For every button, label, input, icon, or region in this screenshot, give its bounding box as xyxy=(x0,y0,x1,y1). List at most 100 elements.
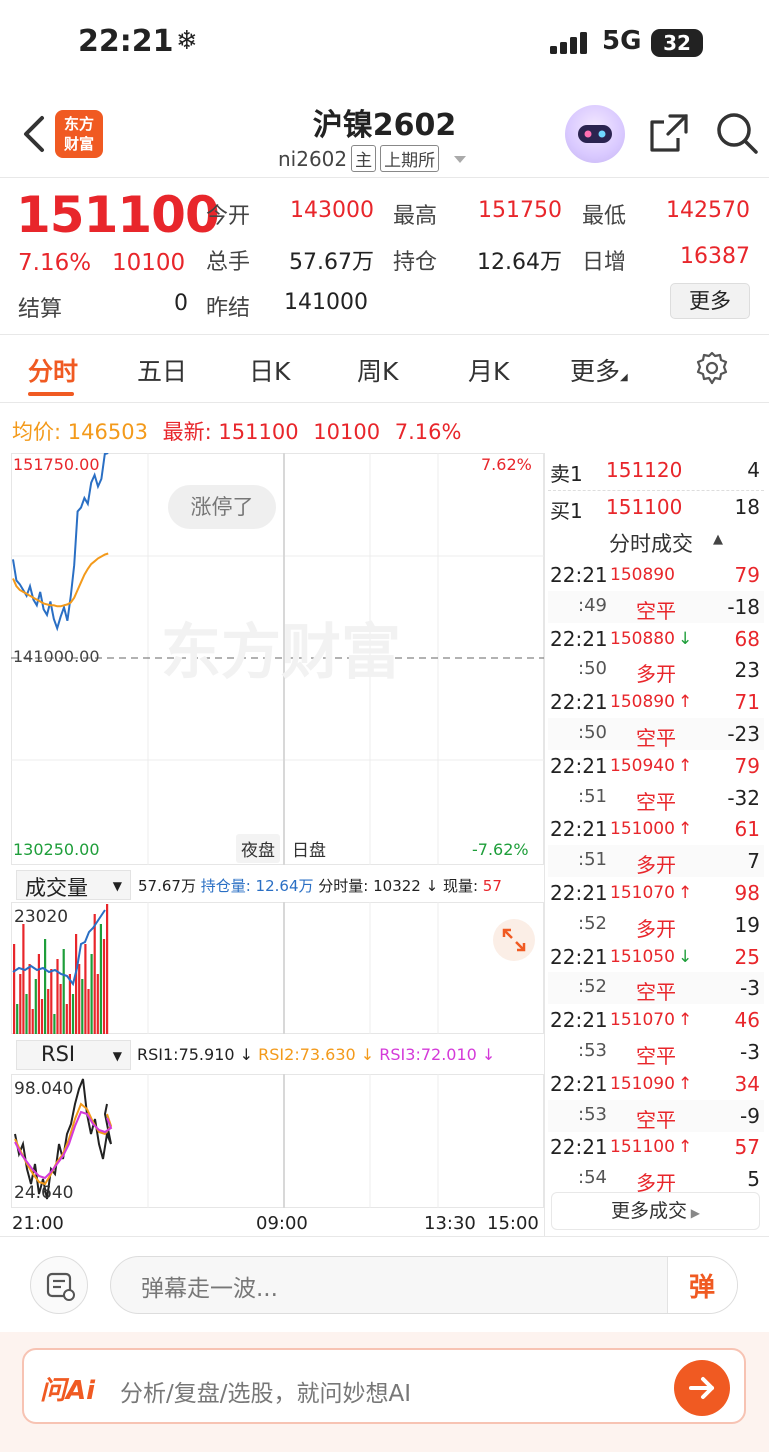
tab-monthly-k[interactable]: 月K xyxy=(468,352,509,388)
trade-qty: 79 xyxy=(734,563,760,587)
trade-row: 22:21 150890 ↑ 71 xyxy=(548,686,764,718)
trade-seconds: :53 xyxy=(578,1040,607,1061)
trade-row: 22:21 151050 ↓ 25 xyxy=(548,941,764,973)
danmu-toggle-button[interactable] xyxy=(30,1256,88,1314)
more-trades-label: 更多成交 xyxy=(610,1200,687,1222)
change-amount: 10100 xyxy=(112,250,186,276)
open-label: 今开 xyxy=(206,204,251,229)
volume-bar xyxy=(68,974,71,1034)
ask-row: 卖1 151120 4 xyxy=(548,454,764,486)
trade-qty: 68 xyxy=(734,626,760,651)
trade-row: 22:21 151070 ↑ 98 xyxy=(548,877,764,909)
vol-now-label: 现量: xyxy=(442,877,479,895)
danmu-input[interactable]: 弹幕走一波... 弹 xyxy=(110,1256,738,1314)
rsi-values: RSI1:75.910 ↓ RSI2:73.630 ↓ RSI3:72.010 … xyxy=(137,1045,495,1064)
rsi-indicator-select[interactable]: RSI ▼ xyxy=(16,1040,131,1070)
trade-price: 150880 xyxy=(610,628,675,649)
daily-inc-label: 日增 xyxy=(582,250,627,275)
rsi-chart[interactable] xyxy=(11,1074,544,1208)
bid-row: 买1 151100 18 xyxy=(548,491,764,523)
trade-row: 22:21 151100 ↑ 57 xyxy=(548,1131,764,1163)
signal-icon xyxy=(550,32,587,54)
trade-seconds: :51 xyxy=(578,785,607,807)
more-quote-button[interactable]: 更多 xyxy=(670,283,750,319)
ai-input-bar[interactable]: 问Ai 分析/复盘/选股，就问妙想AI xyxy=(22,1348,746,1424)
expand-icon[interactable] xyxy=(492,918,536,962)
volume-bar xyxy=(37,954,40,1034)
trade-row: 22:21 151070 ↑ 46 xyxy=(548,1004,764,1036)
volume-chart[interactable] xyxy=(11,902,544,1034)
trade-row: 22:21 151000 ↑ 61 xyxy=(548,813,764,845)
trade-time: 22:21 xyxy=(550,944,608,969)
trade-arrow: ↑ xyxy=(678,819,693,840)
ai-placeholder: 分析/复盘/选股，就问妙想AI xyxy=(120,1381,412,1407)
tab-five-day[interactable]: 五日 xyxy=(137,352,187,388)
volume-bar xyxy=(19,974,22,1034)
volume-bar xyxy=(47,989,50,1034)
network-label: 5G xyxy=(602,26,642,56)
trade-price: 150940 xyxy=(610,755,675,776)
trade-row: 22:21 150940 ↑ 79 xyxy=(548,750,764,782)
ai-send-button[interactable] xyxy=(674,1360,730,1416)
trade-price: 150890 xyxy=(610,692,675,713)
quote-divider xyxy=(0,334,769,335)
danmu-send-button[interactable]: 弹 xyxy=(689,1267,715,1304)
volume-bar xyxy=(106,904,109,1034)
contract-subtitle[interactable]: ni2602 主 上期所 xyxy=(278,145,469,172)
trade-seconds: :52 xyxy=(578,976,607,998)
volume-bar xyxy=(62,949,65,1034)
volume-bar xyxy=(87,989,90,1034)
rsi1-value: RSI1:75.910 ↓ xyxy=(137,1045,254,1064)
avg-label: 均价: xyxy=(12,420,62,444)
volume-indicator-select[interactable]: 成交量 ▼ xyxy=(16,870,131,900)
ask-price: 151120 xyxy=(606,458,683,482)
night-session-button[interactable]: 夜盘 xyxy=(236,834,280,863)
tab-more-label: 更多 xyxy=(570,357,621,386)
settle-label: 结算 xyxy=(18,297,63,322)
dropdown-icon[interactable] xyxy=(451,153,469,165)
ai-assistant-avatar[interactable] xyxy=(565,105,625,163)
volume-value: 57.67万 xyxy=(289,250,374,275)
volume-stats: 57.67万 持仓量: 12.64万 分时量: 10322 ↓ 现量: 57 xyxy=(138,875,502,896)
trade-arrow: ↑ xyxy=(678,883,693,903)
trade-oi-change: -9 xyxy=(740,1103,760,1128)
trade-seconds: :54 xyxy=(578,1167,607,1189)
trade-type: 多开 xyxy=(636,662,676,687)
arrow-right-icon xyxy=(689,1377,714,1399)
latest-label: 最新: xyxy=(162,420,212,444)
more-trades-button[interactable]: 更多成交 ▶ xyxy=(551,1192,760,1230)
trade-type: 空平 xyxy=(636,598,676,623)
search-icon[interactable] xyxy=(714,110,760,156)
trades-header[interactable]: 分时成交 ▲ xyxy=(545,524,769,560)
tab-daily-k[interactable]: 日K xyxy=(249,352,290,388)
trade-detail-row: :53 空平 -3 xyxy=(548,1036,764,1068)
open-value: 143000 xyxy=(290,198,374,223)
tab-weekly-k[interactable]: 周K xyxy=(357,352,398,388)
tab-intraday[interactable]: 分时 xyxy=(28,352,78,388)
avg-price-line xyxy=(12,552,109,608)
trade-oi-change: 19 xyxy=(734,912,760,937)
trade-arrow: ↑ xyxy=(678,1073,693,1094)
exchange-tag: 上期所 xyxy=(380,145,440,172)
tab-more[interactable]: 更多◢ xyxy=(570,352,628,388)
rsi2-line xyxy=(14,1102,113,1186)
trade-time: 22:21 xyxy=(550,563,608,587)
volume-bar xyxy=(34,979,37,1034)
volume-bar xyxy=(102,939,106,1034)
trade-arrow: ↑ xyxy=(678,755,693,776)
battery-icon: 32 xyxy=(651,29,703,57)
ai-logo: 问Ai xyxy=(40,1376,96,1406)
watermark: 东方财富 xyxy=(161,618,401,688)
trade-time: 22:21 xyxy=(550,1135,608,1160)
volume-bar xyxy=(96,974,99,1034)
volume-bar xyxy=(99,924,102,1034)
trade-seconds: :51 xyxy=(578,849,607,871)
trade-oi-change: -23 xyxy=(727,722,760,746)
volume-bar xyxy=(31,1009,34,1034)
bid-qty: 18 xyxy=(734,495,760,519)
day-session-button[interactable]: 日盘 xyxy=(287,834,331,863)
oi-label: 持仓 xyxy=(393,250,438,275)
settings-icon[interactable] xyxy=(694,350,730,386)
share-icon[interactable] xyxy=(648,112,690,154)
select-arrow-icon: ▼ xyxy=(112,879,122,893)
